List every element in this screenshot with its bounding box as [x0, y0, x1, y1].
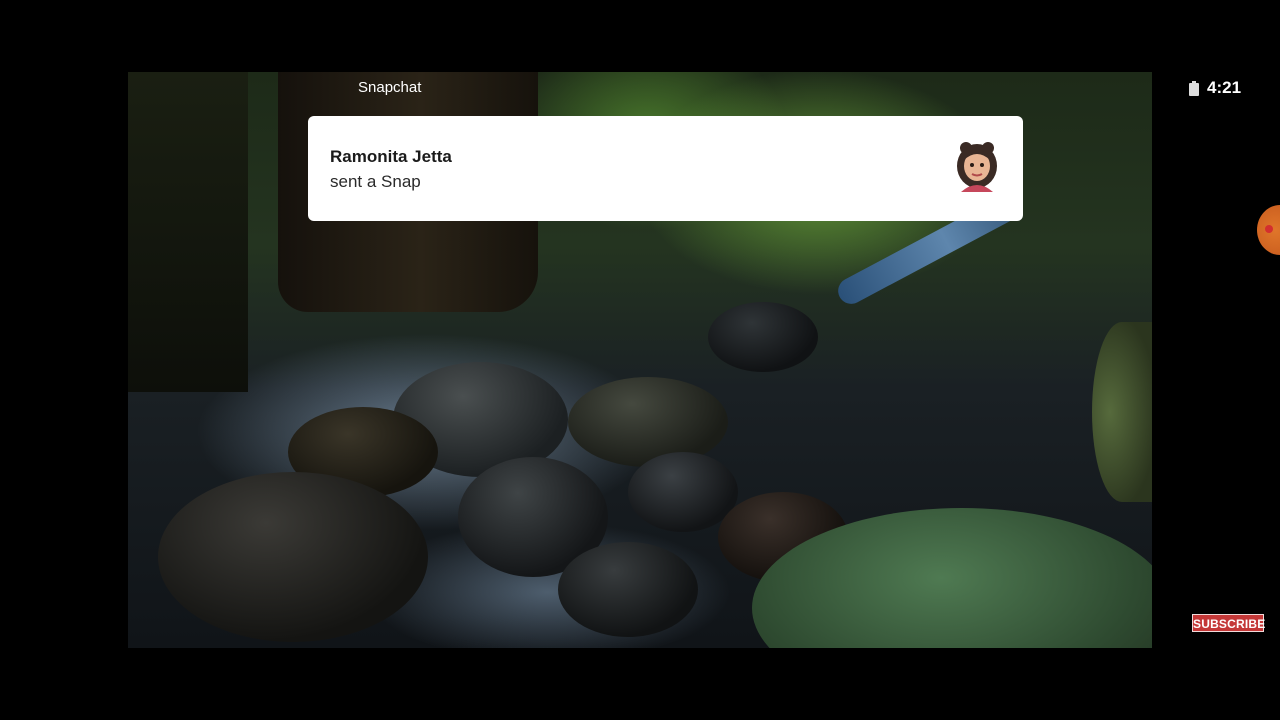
notification-sender: Ramonita Jetta [330, 147, 452, 166]
bitmoji-avatar-icon [957, 142, 997, 192]
subscribe-badge[interactable]: SUBSCRIBE [1192, 614, 1265, 632]
notification-card[interactable]: Ramonita Jetta sent a Snap [308, 116, 1023, 221]
floating-bubble-icon[interactable] [1257, 205, 1280, 255]
rock [558, 542, 698, 637]
notification-app-name: Snapchat [358, 79, 422, 96]
status-time: 4:21 [1207, 78, 1242, 97]
rock [568, 377, 728, 467]
foliage-left [128, 72, 248, 392]
mossy-rock-right [1092, 322, 1152, 502]
battery-icon [1189, 81, 1199, 96]
rock [708, 302, 818, 372]
bubble-dot [1265, 225, 1273, 233]
notification-message: sent a Snap [330, 172, 421, 191]
rock [158, 472, 428, 642]
